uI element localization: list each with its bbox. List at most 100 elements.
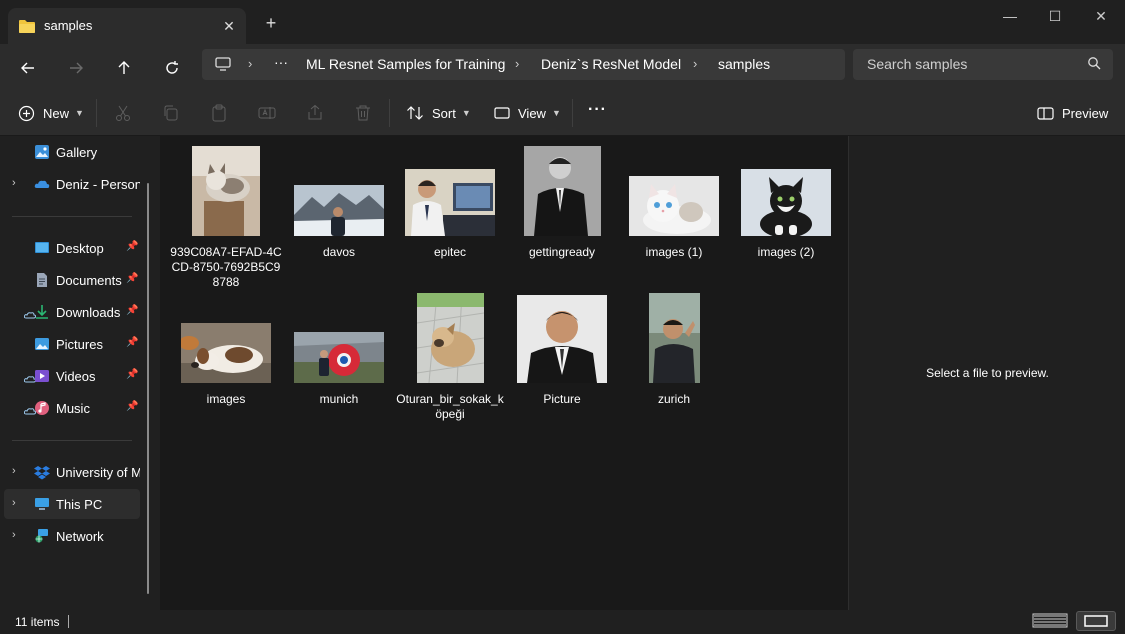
toolbar-divider xyxy=(389,99,390,127)
new-tab-button[interactable]: + xyxy=(260,12,282,34)
status-divider xyxy=(68,615,69,628)
large-icons-view-button[interactable] xyxy=(1076,611,1116,631)
file-item[interactable]: munich xyxy=(283,332,395,407)
pin-icon[interactable]: 📌 xyxy=(126,401,138,412)
view-button[interactable]: View ▼ xyxy=(494,103,561,123)
details-view-button[interactable] xyxy=(1030,611,1070,631)
delete-button[interactable] xyxy=(354,103,372,123)
chevron-right-icon: › xyxy=(693,56,698,71)
forward-arrow-icon xyxy=(70,62,83,74)
chevron-right-icon: › xyxy=(515,56,520,71)
refresh-button[interactable] xyxy=(156,52,188,84)
file-name: images (1) xyxy=(645,245,703,259)
breadcrumb-overflow[interactable]: ··· xyxy=(274,54,288,70)
tab-label: samples xyxy=(44,18,93,33)
file-name: zurich xyxy=(657,392,690,406)
refresh-icon xyxy=(166,61,178,74)
sidebar-item-documents[interactable]: Documents 📌 xyxy=(4,265,140,295)
copy-button[interactable] xyxy=(162,103,180,123)
item-count: 11 items xyxy=(15,615,60,629)
file-item[interactable]: gettingready xyxy=(506,146,618,260)
sidebar-scrollbar[interactable] xyxy=(147,183,149,594)
file-name: davos xyxy=(322,245,356,259)
plus-circle-icon xyxy=(18,105,35,121)
back-arrow-icon xyxy=(21,62,34,74)
file-item[interactable]: Picture xyxy=(506,295,618,407)
preview-pane-button[interactable]: Preview xyxy=(1037,103,1108,123)
file-view: 939C08A7-EFAD-4CCD-8750-7692B5C98788 dav… xyxy=(160,136,848,610)
sidebar-item-desktop[interactable]: Desktop 📌 xyxy=(4,233,140,263)
documents-icon xyxy=(37,273,47,287)
preview-message: Select a file to preview. xyxy=(926,366,1049,380)
sidebar-item-downloads[interactable]: Downloads 📌 xyxy=(4,297,140,327)
pin-icon[interactable]: 📌 xyxy=(126,241,138,252)
details-view-icon xyxy=(1032,613,1068,628)
desktop-icon xyxy=(35,242,49,253)
preview-pane-icon xyxy=(1037,106,1054,120)
close-tab-icon[interactable]: ✕ xyxy=(218,15,240,37)
pin-icon[interactable]: 📌 xyxy=(126,273,138,284)
sidebar-divider xyxy=(12,216,132,217)
maximize-button[interactable]: ☐ xyxy=(1032,4,1078,28)
file-item[interactable]: epitec xyxy=(394,169,506,260)
paste-button[interactable] xyxy=(210,103,228,123)
breadcrumb-ml-resnet[interactable]: ML Resnet Samples for Training xyxy=(306,56,505,72)
sort-button[interactable]: Sort ▼ xyxy=(406,103,471,123)
breadcrumb-samples[interactable]: samples xyxy=(718,56,770,72)
sidebar-item-videos[interactable]: Videos 📌 xyxy=(4,361,140,391)
file-item[interactable]: davos xyxy=(283,185,395,260)
sort-label: Sort xyxy=(432,105,456,121)
pin-icon[interactable]: 📌 xyxy=(126,305,138,316)
close-window-button[interactable]: ✕ xyxy=(1078,4,1124,28)
navigation-pane: Gallery › Deniz - Personal Desktop 📌 Doc… xyxy=(0,136,160,610)
chevron-down-icon: ▼ xyxy=(551,108,561,118)
tab-samples[interactable]: samples ✕ xyxy=(8,8,246,44)
address-bar[interactable]: › ··· ML Resnet Samples for Training › D… xyxy=(202,49,845,80)
sidebar-item-dropbox[interactable]: › University of Mi xyxy=(4,457,140,487)
image-thumbnail xyxy=(294,332,384,383)
image-thumbnail xyxy=(741,169,831,238)
chevron-right-icon[interactable]: › xyxy=(12,465,16,477)
pin-icon[interactable]: 📌 xyxy=(126,369,138,380)
command-bar: New ▼ Sort ▼ View ▼ ··· Preview xyxy=(0,90,1125,136)
sort-icon xyxy=(407,106,423,120)
network-icon xyxy=(35,529,48,543)
pc-icon xyxy=(35,498,49,510)
rename-button[interactable] xyxy=(258,103,276,123)
sidebar-item-pictures[interactable]: Pictures 📌 xyxy=(4,329,140,359)
file-item[interactable]: images (1) xyxy=(618,176,730,260)
forward-button[interactable] xyxy=(60,52,92,84)
search-input[interactable]: Search samples xyxy=(867,56,967,72)
trash-icon xyxy=(356,105,370,121)
chevron-right-icon[interactable]: › xyxy=(12,497,16,509)
new-button[interactable]: New ▼ xyxy=(18,103,84,123)
breadcrumb-resnet-model[interactable]: Deniz`s ResNet Model xyxy=(541,56,681,72)
file-item[interactable]: images (2) xyxy=(730,169,842,260)
sidebar-item-this-pc[interactable]: › This PC xyxy=(4,489,140,519)
sidebar-item-music[interactable]: Music 📌 xyxy=(4,393,140,423)
share-button[interactable] xyxy=(306,103,324,123)
status-bar: 11 items xyxy=(0,610,1125,634)
file-item[interactable]: Oturan_bir_sokak_köpeği xyxy=(394,292,506,422)
file-name: gettingready xyxy=(528,245,596,259)
up-button[interactable] xyxy=(108,52,140,84)
sidebar-item-network[interactable]: › Network xyxy=(4,521,140,551)
pin-icon[interactable]: 📌 xyxy=(126,337,138,348)
chevron-right-icon[interactable]: › xyxy=(12,529,16,541)
file-name: munich xyxy=(319,392,359,406)
sidebar-item-onedrive[interactable]: › Deniz - Personal xyxy=(4,169,140,199)
paste-icon xyxy=(212,104,226,122)
search-box[interactable]: Search samples xyxy=(853,49,1113,80)
file-item[interactable]: zurich xyxy=(618,293,730,407)
cut-button[interactable] xyxy=(114,103,132,123)
folder-icon xyxy=(19,20,35,33)
image-thumbnail xyxy=(648,293,700,383)
minimize-button[interactable]: — xyxy=(987,4,1033,28)
back-button[interactable] xyxy=(12,52,44,84)
sidebar-item-gallery[interactable]: Gallery xyxy=(4,137,140,167)
file-item[interactable]: images xyxy=(170,323,282,407)
more-options-button[interactable]: ··· xyxy=(588,100,607,120)
preview-pane: Select a file to preview. xyxy=(848,136,1125,610)
chevron-right-icon[interactable]: › xyxy=(12,177,16,189)
file-item[interactable]: 939C08A7-EFAD-4CCD-8750-7692B5C98788 xyxy=(170,146,282,290)
